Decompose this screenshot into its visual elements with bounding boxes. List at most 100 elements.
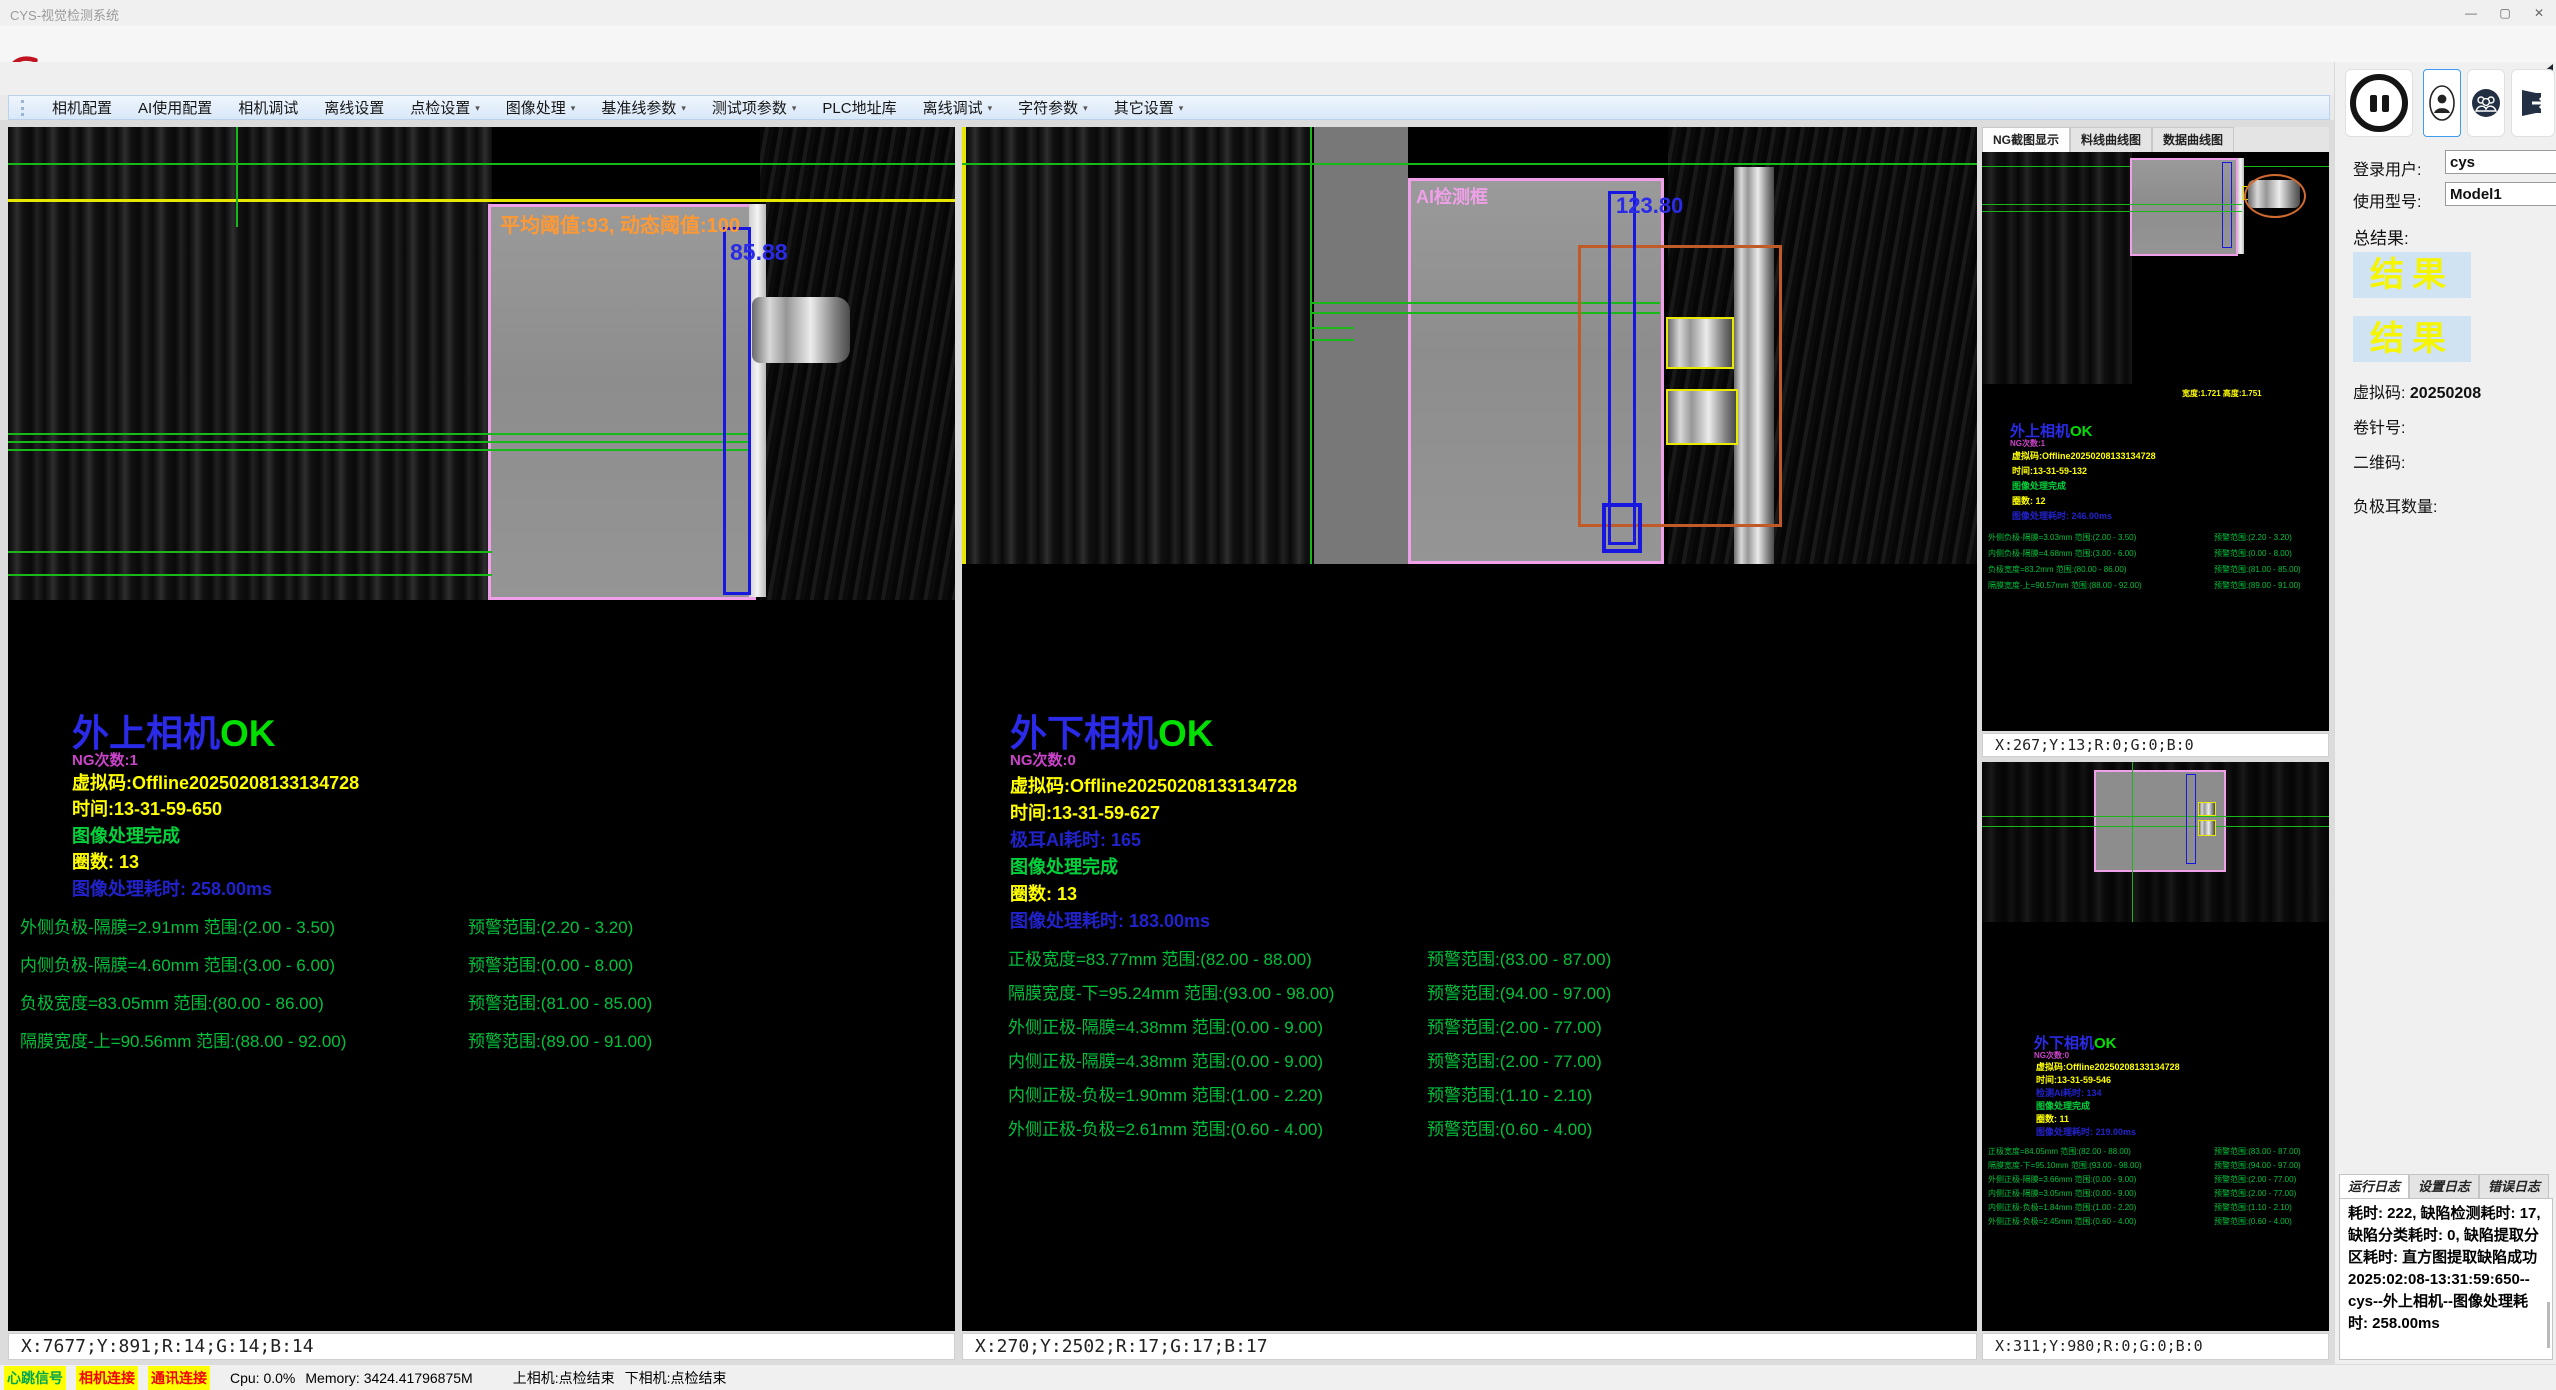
- tab-detect-yellow-box: [1666, 389, 1738, 445]
- minimize-icon[interactable]: —: [2454, 0, 2488, 26]
- pause-button[interactable]: [2345, 69, 2413, 137]
- tool-char-params[interactable]: 字符参数: [1018, 97, 1088, 118]
- memory-usage: Memory: 3424.41796875M: [305, 1370, 472, 1386]
- upper-camera-coords: X:7677;Y:891;R:14;G:14;B:14: [8, 1333, 955, 1360]
- lower-camera-view[interactable]: AI检测框 123.80 外下相机OK NG次数:0 虚拟码:Offline20…: [962, 127, 1977, 1331]
- tab-run-log[interactable]: 运行日志: [2339, 1174, 2409, 1198]
- turns-line: 圈数: 13: [72, 848, 139, 874]
- mini-measure-line: [1982, 826, 2329, 827]
- measurement-row: 正极宽度=83.77mm 范围:(82.00 - 88.00) 预警范围:(83…: [962, 945, 1977, 979]
- mini-blue-box: [2222, 162, 2232, 248]
- tab-data-curve[interactable]: 数据曲线图: [2152, 127, 2234, 152]
- title-bar: CYS-视觉检测系统 — ▢ ✕: [0, 0, 2556, 26]
- login-user-field[interactable]: [2445, 150, 2556, 174]
- measure-line: [8, 441, 748, 443]
- camera-image-texture: [966, 127, 1310, 564]
- ng-thumbnail-lower[interactable]: 外下相机OK NG次数:0 虚拟码:Offline202502081331347…: [1982, 762, 2329, 1331]
- warn-range: 预警范围:(81.00 - 85.00): [468, 989, 652, 1014]
- measurement-row: 负极宽度=83.05mm 范围:(80.00 - 86.00) 预警范围:(81…: [8, 989, 955, 1027]
- mini-elapsed-line: 图像处理耗时: 219.00ms: [2036, 1125, 2136, 1138]
- ng-count: NG次数:1: [72, 749, 138, 770]
- tab-material-curve[interactable]: 料线曲线图: [2070, 127, 2152, 152]
- lower-camera-coords: X:270;Y:2502;R:17;G:17;B:17: [962, 1333, 1977, 1360]
- process-done-line: 图像处理完成: [1010, 853, 1118, 879]
- mini-ng-count: NG次数:1: [2010, 438, 2045, 449]
- mini-measurement-row: 隔膜宽度-下=95.10mm 范围:(93.00 - 98.00) 预警范围:(…: [1982, 1160, 2329, 1173]
- close-icon[interactable]: ✕: [2522, 0, 2556, 26]
- mini-done-line: 图像处理完成: [2036, 1099, 2090, 1112]
- tool-camera-config[interactable]: 相机配置: [52, 97, 112, 118]
- mini-measurement-row: 正极宽度=84.05mm 范围:(82.00 - 88.00) 预警范围:(83…: [1982, 1146, 2329, 1159]
- upper-camera-view[interactable]: 平均阈值:93, 动态阈值:100 85.88 外上相机OK NG次数:1 虚拟…: [8, 127, 955, 1331]
- tool-camera-debug[interactable]: 相机调试: [238, 97, 298, 118]
- result-ok: OK: [1158, 713, 1214, 754]
- tab-detect-yellow-box: [1666, 317, 1734, 369]
- comm-link-indicator: 通讯连接: [148, 1366, 210, 1390]
- heartbeat-indicator: 心跳信号: [4, 1366, 66, 1390]
- app-window: CYS-视觉检测系统 — ▢ ✕ 系统配置 相机配置 通讯配置 IO卡配置 光源…: [0, 0, 2556, 1390]
- log-scrollbar[interactable]: [2547, 1302, 2550, 1348]
- result-badge-upper: 结果: [2353, 252, 2471, 298]
- upper-camera-status: 上相机:点检结束: [513, 1368, 615, 1388]
- maximize-icon[interactable]: ▢: [2488, 0, 2522, 26]
- reference-line: [1310, 127, 1312, 564]
- mini-measure-line: [1982, 204, 2242, 205]
- view-tab-row: 运行图像: [0, 62, 2556, 95]
- measure-blue-box: [1602, 503, 1642, 553]
- warn-range: 预警范围:(0.60 - 4.00): [1427, 1115, 1592, 1140]
- virtual-code-row: 虚拟码: 20250208: [2353, 379, 2481, 403]
- ai-elapsed-line: 极耳AI耗时: 165: [1010, 826, 1141, 852]
- exit-button[interactable]: [2511, 69, 2555, 137]
- result-badge-lower: 结果: [2353, 316, 2471, 362]
- measure-line: [8, 449, 748, 451]
- ai-box-label: AI检测框: [1416, 183, 1488, 209]
- camera-link-indicator: 相机连接: [76, 1366, 138, 1390]
- measurement-row: 外侧负极-隔膜=2.91mm 范围:(2.00 - 3.50) 预警范围:(2.…: [8, 913, 955, 951]
- tab-error-log[interactable]: 错误日志: [2479, 1174, 2549, 1198]
- roll-pin-label: 卷针号:: [2353, 414, 2405, 438]
- mini-yellow-box: [2198, 820, 2216, 836]
- measurement-row: 外侧正极-隔膜=4.38mm 范围:(0.00 - 9.00) 预警范围:(2.…: [962, 1013, 1977, 1047]
- tool-offline-settings[interactable]: 离线设置: [324, 97, 384, 118]
- total-result-label: 总结果:: [2353, 224, 2409, 249]
- mini-measurement-row: 外侧负极-隔膜=3.03mm 范围:(2.00 - 3.50) 预警范围:(2.…: [1982, 532, 2329, 547]
- run-log-text: 耗时: 222, 缺陷检测耗时: 17, 缺陷分类耗时: 0, 缺陷提取分区耗时…: [2339, 1198, 2553, 1360]
- measurement-row: 外侧正极-负极=2.61mm 范围:(0.60 - 4.00) 预警范围:(0.…: [962, 1115, 1977, 1149]
- measurement-value: 内侧正极-隔膜=4.38mm 范围:(0.00 - 9.00): [1008, 1047, 1323, 1072]
- tool-plc-address-lib[interactable]: PLC地址库: [822, 97, 896, 118]
- tab-ng-screenshot[interactable]: NG截图显示: [1982, 127, 2070, 152]
- toolbar: 相机配置 AI使用配置 相机调试 离线设置 点检设置 图像处理 基准线参数 测试…: [8, 95, 2330, 120]
- measurement-value: 外侧负极-隔膜=2.91mm 范围:(2.00 - 3.50): [20, 913, 335, 938]
- user-manage-button[interactable]: [2467, 69, 2505, 137]
- mini-turns-line: 圈数: 12: [2012, 494, 2046, 507]
- mini-done-line: 图像处理完成: [2012, 479, 2066, 492]
- mini-measurement-row: 内侧负极-隔膜=4.68mm 范围:(3.00 - 6.00) 预警范围:(0.…: [1982, 548, 2329, 563]
- tool-spot-check-settings[interactable]: 点检设置: [410, 97, 480, 118]
- camera-image-texture: [760, 127, 955, 600]
- measure-line: [1310, 339, 1354, 341]
- login-user-label: 登录用户:: [2353, 156, 2421, 180]
- measurement-value: 外侧正极-隔膜=4.38mm 范围:(0.00 - 9.00): [1008, 1013, 1323, 1038]
- tool-image-processing[interactable]: 图像处理: [506, 97, 576, 118]
- measure-value-label: 85.88: [730, 239, 788, 266]
- model-label: 使用型号:: [2353, 188, 2421, 212]
- user-login-button[interactable]: [2423, 69, 2461, 137]
- warn-range: 预警范围:(83.00 - 87.00): [1427, 945, 1611, 970]
- status-bar: 心跳信号 相机连接 通讯连接 Cpu: 0.0% Memory: 3424.41…: [0, 1364, 2556, 1390]
- measurement-row: 内侧正极-负极=1.90mm 范围:(1.00 - 2.20) 预警范围:(1.…: [962, 1081, 1977, 1115]
- tool-ai-use-config[interactable]: AI使用配置: [138, 97, 212, 118]
- mini-measurement-row: 外侧正极-负极=2.45mm 范围:(0.60 - 4.00) 预警范围:(0.…: [1982, 1216, 2329, 1229]
- process-done-line: 图像处理完成: [72, 822, 180, 848]
- warn-range: 预警范围:(2.00 - 77.00): [1427, 1047, 1602, 1072]
- model-field[interactable]: [2445, 182, 2556, 206]
- warn-range: 预警范围:(2.20 - 3.20): [468, 913, 633, 938]
- tool-test-item-params[interactable]: 测试项参数: [712, 97, 797, 118]
- measurement-value: 隔膜宽度-下=95.24mm 范围:(93.00 - 98.00): [1008, 979, 1334, 1004]
- measurement-value: 外侧正极-负极=2.61mm 范围:(0.60 - 4.00): [1008, 1115, 1323, 1140]
- mini-image-texture: [1982, 152, 2132, 384]
- tool-baseline-params[interactable]: 基准线参数: [601, 97, 686, 118]
- tool-other-settings[interactable]: 其它设置: [1114, 97, 1184, 118]
- tab-settings-log[interactable]: 设置日志: [2409, 1174, 2479, 1198]
- ng-thumbnail-upper[interactable]: 宽度:1.721 高度:1.751 外上相机OK NG次数:1 虚拟码:Offl…: [1982, 152, 2329, 731]
- tool-offline-debug[interactable]: 离线调试: [923, 97, 993, 118]
